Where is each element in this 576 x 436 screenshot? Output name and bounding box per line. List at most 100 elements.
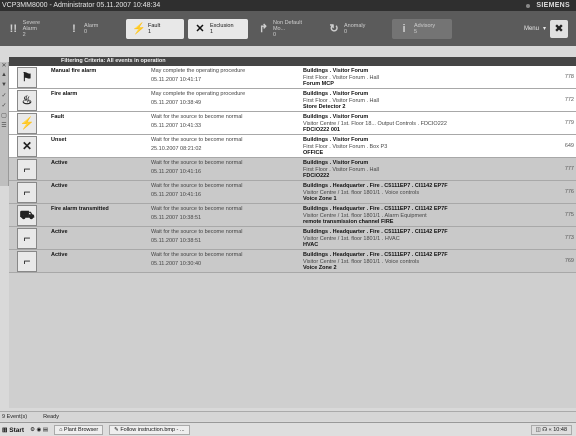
status-dot-icon xyxy=(526,3,531,8)
category-label: Exclusion xyxy=(210,22,234,29)
non-default-icon: ↱ xyxy=(258,22,269,35)
location-device: Voice Zone 2 xyxy=(303,265,337,271)
category-severe-alarm[interactable]: !! Severe Alarm 2 xyxy=(2,19,58,39)
task-label: Follow instruction.bmp - ... xyxy=(120,426,185,433)
event-row[interactable]: ⚑ Manual fire alarm May complete the opera… xyxy=(9,66,576,89)
event-location: Buildings . Headquarter . Fire . C5111EP… xyxy=(303,181,548,203)
location-device: OFFICE xyxy=(303,150,324,156)
category-anomaly[interactable]: ↻ Anomaly 0 xyxy=(322,19,384,39)
event-condition: Active xyxy=(51,252,68,258)
alarm-icon: ! xyxy=(72,22,76,35)
system-tray-clock[interactable]: ◫ ☊ « 10:48 xyxy=(530,424,572,435)
event-datetime: 05.11.2007 10:38:49 xyxy=(151,100,202,106)
task-label: Plant Browser xyxy=(63,426,99,433)
location-device: FDCIO222 001 xyxy=(303,127,340,133)
event-location: Buildings . Headquarter . Fire . C5111EP… xyxy=(303,227,548,249)
category-fault[interactable]: ⚡ Fault 1 xyxy=(126,18,184,39)
event-location: Buildings . Headquarter . Fire . C5111EP… xyxy=(303,204,548,226)
event-row[interactable]: ⌐ Active Wait for the source to become nor… xyxy=(9,181,576,204)
event-instruction: Wait for the source to become normal xyxy=(151,114,243,120)
advisory-icon: i xyxy=(402,22,406,35)
event-id: 769 xyxy=(564,258,574,264)
event-row[interactable]: ⌐ Active Wait for the source to become nor… xyxy=(9,250,576,273)
category-exclusion[interactable]: ✕ Exclusion 1 xyxy=(188,18,248,39)
event-instruction: May complete the operating procedure xyxy=(151,68,246,74)
start-button[interactable]: ⊞ Start xyxy=(2,426,24,434)
fire-alarm-transmitted-icon[interactable]: ⛟ xyxy=(17,205,37,226)
location-device: Forum MCP xyxy=(303,81,334,87)
event-info: May complete the operating procedure 05.1… xyxy=(151,66,303,88)
event-instruction: Wait for the source to become normal xyxy=(151,252,243,258)
event-location: Buildings . Visitor Forum Visitor Centre … xyxy=(303,112,548,134)
event-count: 9 Event(s) xyxy=(2,413,28,420)
manual-fire-alarm-icon[interactable]: ⚑ xyxy=(17,67,37,88)
event-instruction: Wait for the source to become normal xyxy=(151,229,243,235)
status-text: Ready xyxy=(43,413,59,420)
category-count: 2 xyxy=(22,31,26,38)
fire-alarm-icon[interactable]: ♨ xyxy=(17,90,37,111)
tray-icons: ◫ ☊ « xyxy=(535,426,554,433)
event-row[interactable]: ⛟ Fire alarm transmitted Wait for the sour… xyxy=(9,204,576,227)
event-datetime: 05.11.2007 10:41:33 xyxy=(151,123,202,129)
event-condition: Fire alarm xyxy=(51,91,78,97)
event-info: Wait for the source to become normal 05.1… xyxy=(151,112,303,134)
event-location: Buildings . Visitor Forum First Floor . V… xyxy=(303,66,548,88)
brand-logo: SIEMENS xyxy=(536,2,570,9)
title-bar: VCP3MM8000 - Administrator 05.11.2007 10… xyxy=(0,0,576,11)
severe-alarm-icon: !! xyxy=(9,22,17,35)
left-toolbar: ✕ ▲ ▼ ✓ ✓ ▢ ☰ xyxy=(0,62,9,186)
arrow-up-icon[interactable]: ▲ xyxy=(0,72,8,82)
active-icon[interactable]: ⌐ xyxy=(17,159,37,180)
event-condition: Active xyxy=(51,183,68,189)
location-device: remote transmission channel FIRE xyxy=(303,219,394,225)
status-bar: 9 Event(s) Ready xyxy=(0,411,576,421)
exclusion-icon: ✕ xyxy=(195,22,205,35)
active-icon[interactable]: ⌐ xyxy=(17,251,37,272)
category-advisory[interactable]: i Advisory 5 xyxy=(392,18,452,39)
fault-icon[interactable]: ⚡ xyxy=(17,113,37,134)
event-info: Wait for the source to become normal 25.1… xyxy=(151,135,303,157)
unset-icon[interactable]: ✕ xyxy=(17,136,37,157)
arrow-down-icon[interactable]: ▼ xyxy=(0,82,8,92)
quicklaunch-icon[interactable]: ⚙ ◉ ▤ xyxy=(30,427,48,433)
close-icon[interactable]: ✕ xyxy=(0,62,8,72)
silence-icon[interactable]: ✖ xyxy=(550,19,568,38)
event-row[interactable]: ⌐ Active Wait for the source to become nor… xyxy=(9,158,576,181)
event-row[interactable]: ♨ Fire alarm May complete the operating pr… xyxy=(9,89,576,112)
event-row[interactable]: ⌐ Active Wait for the source to become nor… xyxy=(9,227,576,250)
event-datetime: 05.11.2007 10:41:17 xyxy=(151,77,202,83)
filter-icon[interactable]: ▢ xyxy=(0,112,8,122)
task-follow-instruction[interactable]: ✎ Follow instruction.bmp - ... xyxy=(109,424,190,435)
list-icon[interactable]: ☰ xyxy=(0,122,8,132)
windows-logo-icon: ⊞ xyxy=(2,426,8,434)
event-info: Wait for the source to become normal 05.1… xyxy=(151,227,303,249)
check-all-icon[interactable]: ✓ xyxy=(0,102,8,112)
category-label: Fault xyxy=(148,22,161,29)
event-row[interactable]: ✕ Unset Wait for the source to become norm… xyxy=(9,135,576,158)
event-datetime: 05.11.2007 10:38:51 xyxy=(151,215,202,221)
active-icon[interactable]: ⌐ xyxy=(17,182,37,203)
check-icon[interactable]: ✓ xyxy=(0,92,8,102)
event-info: Wait for the source to become normal 05.1… xyxy=(151,204,303,226)
event-row[interactable]: ⚡ Fault Wait for the source to become norm… xyxy=(9,112,576,135)
menu-button[interactable]: Menu ▾ ✖ xyxy=(524,19,568,38)
event-info: Wait for the source to become normal 05.1… xyxy=(151,158,303,180)
event-id: 649 xyxy=(564,143,574,149)
anomaly-icon: ↻ xyxy=(329,22,339,35)
event-id: 779 xyxy=(564,120,574,126)
task-plant-browser[interactable]: ⌂ Plant Browser xyxy=(54,424,104,435)
category-label: Advisory xyxy=(414,22,436,29)
category-non-default[interactable]: ↱ Non Default Mo... 0 xyxy=(252,19,318,39)
category-label: Severe Alarm xyxy=(22,19,41,32)
event-condition: Active xyxy=(51,229,68,235)
event-location: Buildings . Visitor Forum First Floor . V… xyxy=(303,135,548,157)
event-datetime: 05.11.2007 10:38:51 xyxy=(151,238,202,244)
category-count: 1 xyxy=(148,28,152,35)
category-alarm[interactable]: ! Alarm 0 xyxy=(62,19,122,39)
event-condition: Active xyxy=(51,160,68,166)
active-icon[interactable]: ⌐ xyxy=(17,228,37,249)
category-label: Alarm xyxy=(84,22,99,29)
event-location: Buildings . Visitor Forum First Floor . V… xyxy=(303,158,548,180)
category-count: 0 xyxy=(344,28,348,35)
category-count: 5 xyxy=(414,28,418,35)
